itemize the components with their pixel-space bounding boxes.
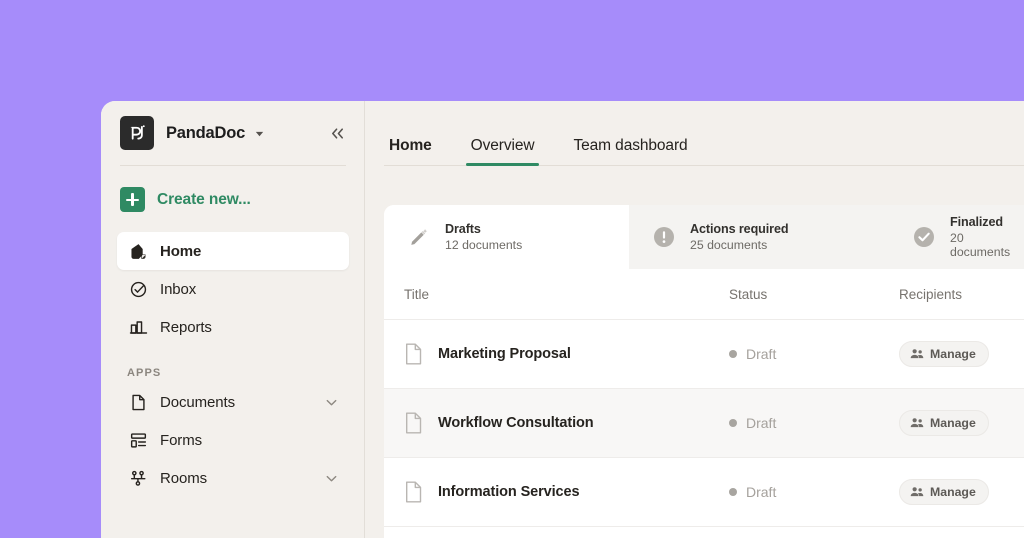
sidebar-item-label: Inbox bbox=[160, 281, 196, 298]
stat-card-actions-required[interactable]: Actions required 25 documents bbox=[629, 205, 889, 269]
document-recipients-cell: Manage bbox=[899, 341, 1024, 367]
content-wrapper: Drafts 12 documents bbox=[365, 166, 1024, 538]
status-label: Draft bbox=[746, 346, 776, 362]
tab-overview[interactable]: Overview bbox=[466, 137, 540, 166]
column-header-status: Status bbox=[729, 287, 899, 302]
rooms-icon bbox=[127, 469, 149, 488]
sidebar-nav-apps: Documents Forms bbox=[101, 383, 364, 497]
bar-chart-icon bbox=[127, 318, 149, 337]
check-circle-icon bbox=[911, 225, 937, 249]
brand-name: PandaDoc bbox=[166, 124, 245, 143]
sidebar-item-documents[interactable]: Documents bbox=[117, 383, 349, 421]
people-icon bbox=[910, 417, 924, 429]
table-row[interactable]: Workflow Consultation Draft bbox=[384, 389, 1024, 458]
sidebar-divider bbox=[120, 165, 346, 166]
status-dot-icon bbox=[729, 488, 737, 496]
status-dot-icon bbox=[729, 419, 737, 427]
exclamation-circle-icon bbox=[651, 225, 677, 249]
documents-table: Title Status Recipients bbox=[384, 269, 1024, 538]
people-icon bbox=[910, 348, 924, 360]
sidebar-item-reports[interactable]: Reports bbox=[117, 308, 349, 346]
home-icon bbox=[127, 242, 149, 261]
column-header-recipients: Recipients bbox=[899, 287, 1024, 302]
stat-title: Actions required bbox=[690, 222, 788, 236]
status-label: Draft bbox=[746, 415, 776, 431]
sidebar-item-label: Documents bbox=[160, 394, 235, 411]
tab-bar: Home Overview Team dashboard bbox=[365, 101, 1024, 166]
sidebar-item-label: Forms bbox=[160, 432, 202, 449]
plus-icon bbox=[120, 187, 145, 212]
apps-section-title: APPS bbox=[127, 367, 364, 379]
app-window: PandaDoc Create new... bbox=[101, 101, 1024, 538]
sidebar: PandaDoc Create new... bbox=[101, 101, 365, 538]
document-icon bbox=[127, 393, 149, 412]
manage-recipients-button[interactable]: Manage bbox=[899, 410, 989, 436]
stat-text: Finalized 20 documents bbox=[950, 215, 1024, 259]
stat-text: Actions required 25 documents bbox=[690, 222, 788, 252]
manage-label: Manage bbox=[930, 485, 976, 499]
chevron-down-icon[interactable] bbox=[324, 471, 339, 486]
stat-count: 12 documents bbox=[445, 238, 522, 252]
sidebar-nav-primary: Home Inbox bbox=[101, 232, 364, 346]
document-title: Workflow Consultation bbox=[438, 415, 594, 431]
stat-title: Drafts bbox=[445, 222, 522, 236]
document-title-cell[interactable]: Marketing Proposal bbox=[384, 342, 729, 366]
document-icon bbox=[404, 411, 424, 435]
sidebar-item-label: Reports bbox=[160, 319, 212, 336]
stat-card-finalized[interactable]: Finalized 20 documents bbox=[889, 205, 1024, 269]
sidebar-item-inbox[interactable]: Inbox bbox=[117, 270, 349, 308]
pandadoc-logo-icon bbox=[120, 116, 154, 150]
form-icon bbox=[127, 431, 149, 450]
column-header-title: Title bbox=[384, 287, 729, 302]
stat-card-drafts[interactable]: Drafts 12 documents bbox=[384, 205, 629, 269]
stat-title: Finalized bbox=[950, 215, 1024, 229]
document-status-cell: Draft bbox=[729, 415, 899, 431]
tab-home[interactable]: Home bbox=[384, 137, 437, 166]
table-header-row: Title Status Recipients bbox=[384, 269, 1024, 320]
manage-recipients-button[interactable]: Manage bbox=[899, 479, 989, 505]
sidebar-item-home[interactable]: Home bbox=[117, 232, 349, 270]
document-recipients-cell: Manage bbox=[899, 479, 1024, 505]
content-card: Drafts 12 documents bbox=[384, 205, 1024, 538]
manage-recipients-button[interactable]: Manage bbox=[899, 341, 989, 367]
manage-label: Manage bbox=[930, 416, 976, 430]
stat-count: 20 documents bbox=[950, 231, 1024, 259]
status-label: Draft bbox=[746, 484, 776, 500]
create-new-label: Create new... bbox=[157, 191, 251, 209]
document-title-cell[interactable]: Workflow Consultation bbox=[384, 411, 729, 435]
sidebar-item-rooms[interactable]: Rooms bbox=[117, 459, 349, 497]
status-dot-icon bbox=[729, 350, 737, 358]
document-title: Marketing Proposal bbox=[438, 346, 571, 362]
stats-row: Drafts 12 documents bbox=[384, 205, 1024, 269]
main-content: Home Overview Team dashboard bbox=[365, 101, 1024, 538]
stat-count: 25 documents bbox=[690, 238, 788, 252]
manage-label: Manage bbox=[930, 347, 976, 361]
table-row[interactable]: Marketing Proposal Draft bbox=[384, 320, 1024, 389]
inbox-check-icon bbox=[127, 280, 149, 299]
pencil-icon bbox=[406, 226, 432, 248]
create-new-button[interactable]: Create new... bbox=[120, 187, 346, 212]
people-icon bbox=[910, 486, 924, 498]
stat-text: Drafts 12 documents bbox=[445, 222, 522, 252]
tab-team-dashboard[interactable]: Team dashboard bbox=[568, 137, 692, 166]
sidebar-item-label: Rooms bbox=[160, 470, 207, 487]
document-title-cell[interactable]: Information Services bbox=[384, 480, 729, 504]
sidebar-item-label: Home bbox=[160, 243, 201, 260]
document-icon bbox=[404, 480, 424, 504]
sidebar-item-forms[interactable]: Forms bbox=[117, 421, 349, 459]
document-status-cell: Draft bbox=[729, 484, 899, 500]
brand-row[interactable]: PandaDoc bbox=[101, 101, 364, 165]
chevron-down-icon[interactable] bbox=[324, 395, 339, 410]
document-status-cell: Draft bbox=[729, 346, 899, 362]
document-icon bbox=[404, 342, 424, 366]
chevron-double-left-icon[interactable] bbox=[329, 126, 346, 141]
table-row[interactable]: Information Services Draft bbox=[384, 458, 1024, 527]
caret-down-icon[interactable] bbox=[254, 128, 265, 139]
document-recipients-cell: Manage bbox=[899, 410, 1024, 436]
document-title: Information Services bbox=[438, 484, 579, 500]
